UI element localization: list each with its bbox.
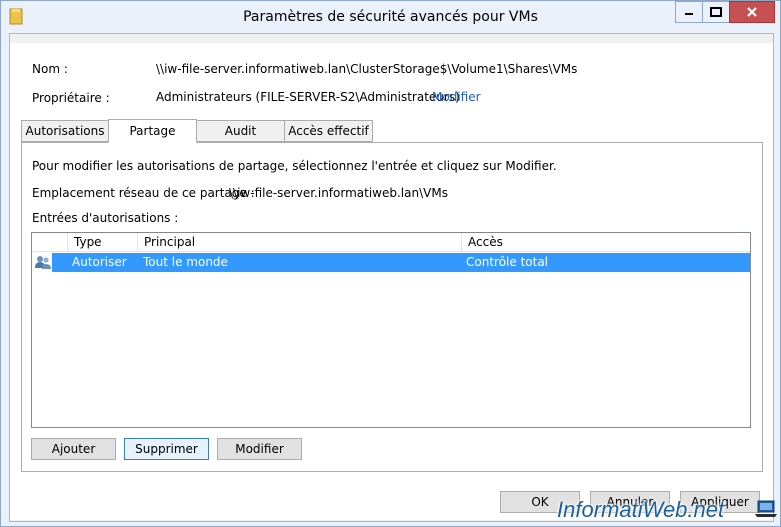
type-column-header[interactable]: Type	[68, 233, 138, 252]
row-access: Contrôle total	[466, 255, 549, 269]
permission-entries-list[interactable]: Type Principal Accès Autoriser Tout le m…	[31, 232, 751, 428]
close-icon	[747, 7, 757, 17]
network-location-label: Emplacement réseau de ce partage :	[32, 186, 255, 200]
list-header: Type Principal Accès	[32, 233, 750, 252]
table-row[interactable]: Autoriser Tout le monde Contrôle total	[52, 253, 750, 272]
add-button[interactable]: Ajouter	[31, 438, 116, 460]
tab-acces-effectif[interactable]: Accès effectif	[284, 120, 373, 142]
change-owner-link[interactable]: Modifier	[432, 90, 481, 104]
instruction-text: Pour modifier les autorisations de parta…	[32, 159, 557, 173]
edit-button[interactable]: Modifier	[217, 438, 302, 460]
close-button[interactable]	[729, 1, 775, 23]
maximize-icon	[710, 7, 722, 17]
security-settings-window: Paramètres de sécurité avancés pour VMs …	[0, 0, 781, 527]
window-title: Paramètres de sécurité avancés pour VMs	[243, 9, 538, 25]
access-column-header[interactable]: Accès	[462, 233, 750, 252]
watermark-text: InformatiWeb.net	[557, 497, 725, 522]
users-icon	[35, 256, 51, 269]
title-bar[interactable]: Paramètres de sécurité avancés pour VMs	[1, 1, 780, 33]
name-value: \\iw-file-server.informatiweb.lan\Cluste…	[156, 62, 578, 76]
tab-autorisations[interactable]: Autorisations	[21, 120, 109, 142]
network-location-value: \\iw-file-server.informatiweb.lan\VMs	[229, 186, 448, 200]
minimize-icon	[685, 13, 693, 15]
laptop-icon	[755, 500, 777, 517]
tab-partage[interactable]: Partage	[108, 119, 197, 143]
minimize-button[interactable]	[675, 1, 703, 23]
principal-column-header[interactable]: Principal	[138, 233, 462, 252]
owner-value: Administrateurs (FILE-SERVER-S2\Administ…	[156, 90, 460, 104]
tab-audit[interactable]: Audit	[196, 120, 285, 142]
name-label: Nom :	[32, 62, 68, 76]
maximize-button[interactable]	[702, 1, 730, 23]
remove-button[interactable]: Supprimer	[124, 438, 209, 460]
row-type: Autoriser	[72, 255, 127, 269]
entries-label: Entrées d'autorisations :	[32, 211, 179, 225]
owner-label: Propriétaire :	[32, 91, 110, 105]
icon-column-header[interactable]	[32, 233, 68, 252]
row-principal: Tout le monde	[143, 255, 228, 269]
